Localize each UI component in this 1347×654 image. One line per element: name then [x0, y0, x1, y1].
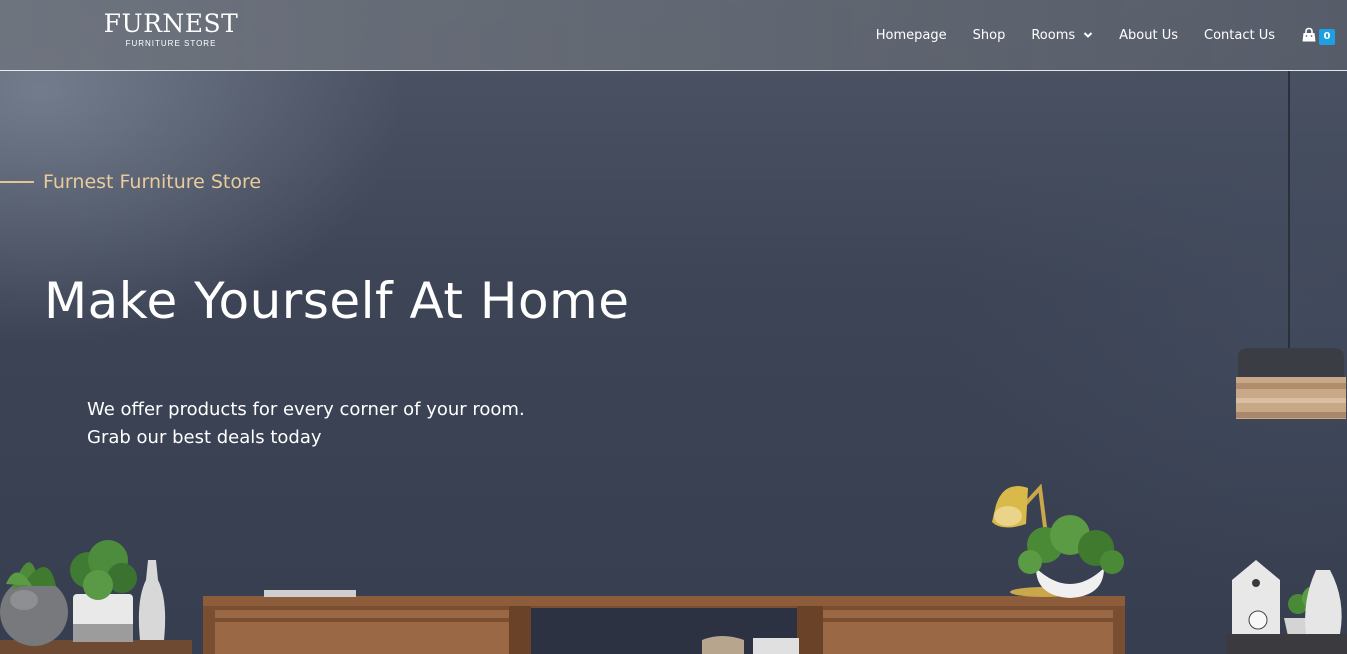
left-plant-2: [70, 540, 137, 600]
cart-count-badge: 0: [1319, 29, 1335, 45]
hero-kicker-text: Furnest Furniture Store: [43, 171, 262, 193]
nav-item-about-us[interactable]: About Us: [1119, 28, 1178, 43]
right-white-vase: [1305, 570, 1342, 634]
hero-title: Make Yourself At Home: [44, 272, 630, 330]
cuckoo-clock: [1232, 560, 1280, 634]
nav-item-shop[interactable]: Shop: [973, 28, 1006, 43]
right-potted-plant: [1018, 515, 1124, 598]
hero-section: FURNEST FURNITURE STORE Homepage Shop Ro…: [0, 0, 1347, 654]
site-logo[interactable]: FURNEST FURNITURE STORE: [102, 10, 240, 50]
main-nav: Homepage Shop Rooms About Us Contact Us …: [876, 0, 1347, 70]
nav-item-rooms-label: Rooms: [1031, 27, 1076, 43]
tall-white-vase: [138, 560, 166, 640]
hero-description-line-1: We offer products for every corner of yo…: [87, 399, 525, 420]
logo-wordmark: FURNEST: [103, 9, 239, 38]
pendant-lamp: [1236, 348, 1346, 419]
book-on-cabinet: [264, 590, 356, 597]
wooden-cabinet: [203, 596, 1125, 654]
nav-item-rooms[interactable]: Rooms: [1031, 28, 1093, 43]
hero-kicker: Furnest Furniture Store: [0, 171, 261, 193]
side-table: [1226, 634, 1347, 654]
hero-description: We offer products for every corner of yo…: [87, 396, 525, 452]
hero-description-line-2: Grab our best deals today: [87, 427, 322, 448]
cart-button[interactable]: 0: [1301, 25, 1335, 45]
shopping-bag-icon: [1302, 27, 1316, 42]
top-navbar: FURNEST FURNITURE STORE Homepage Shop Ro…: [0, 0, 1347, 71]
kicker-divider: [0, 181, 34, 183]
nav-item-homepage[interactable]: Homepage: [876, 28, 947, 43]
round-grey-vase: [0, 578, 68, 646]
nav-item-contact-us[interactable]: Contact Us: [1204, 28, 1275, 43]
chevron-down-icon: [1083, 32, 1093, 38]
logo-tagline: FURNITURE STORE: [125, 39, 217, 48]
